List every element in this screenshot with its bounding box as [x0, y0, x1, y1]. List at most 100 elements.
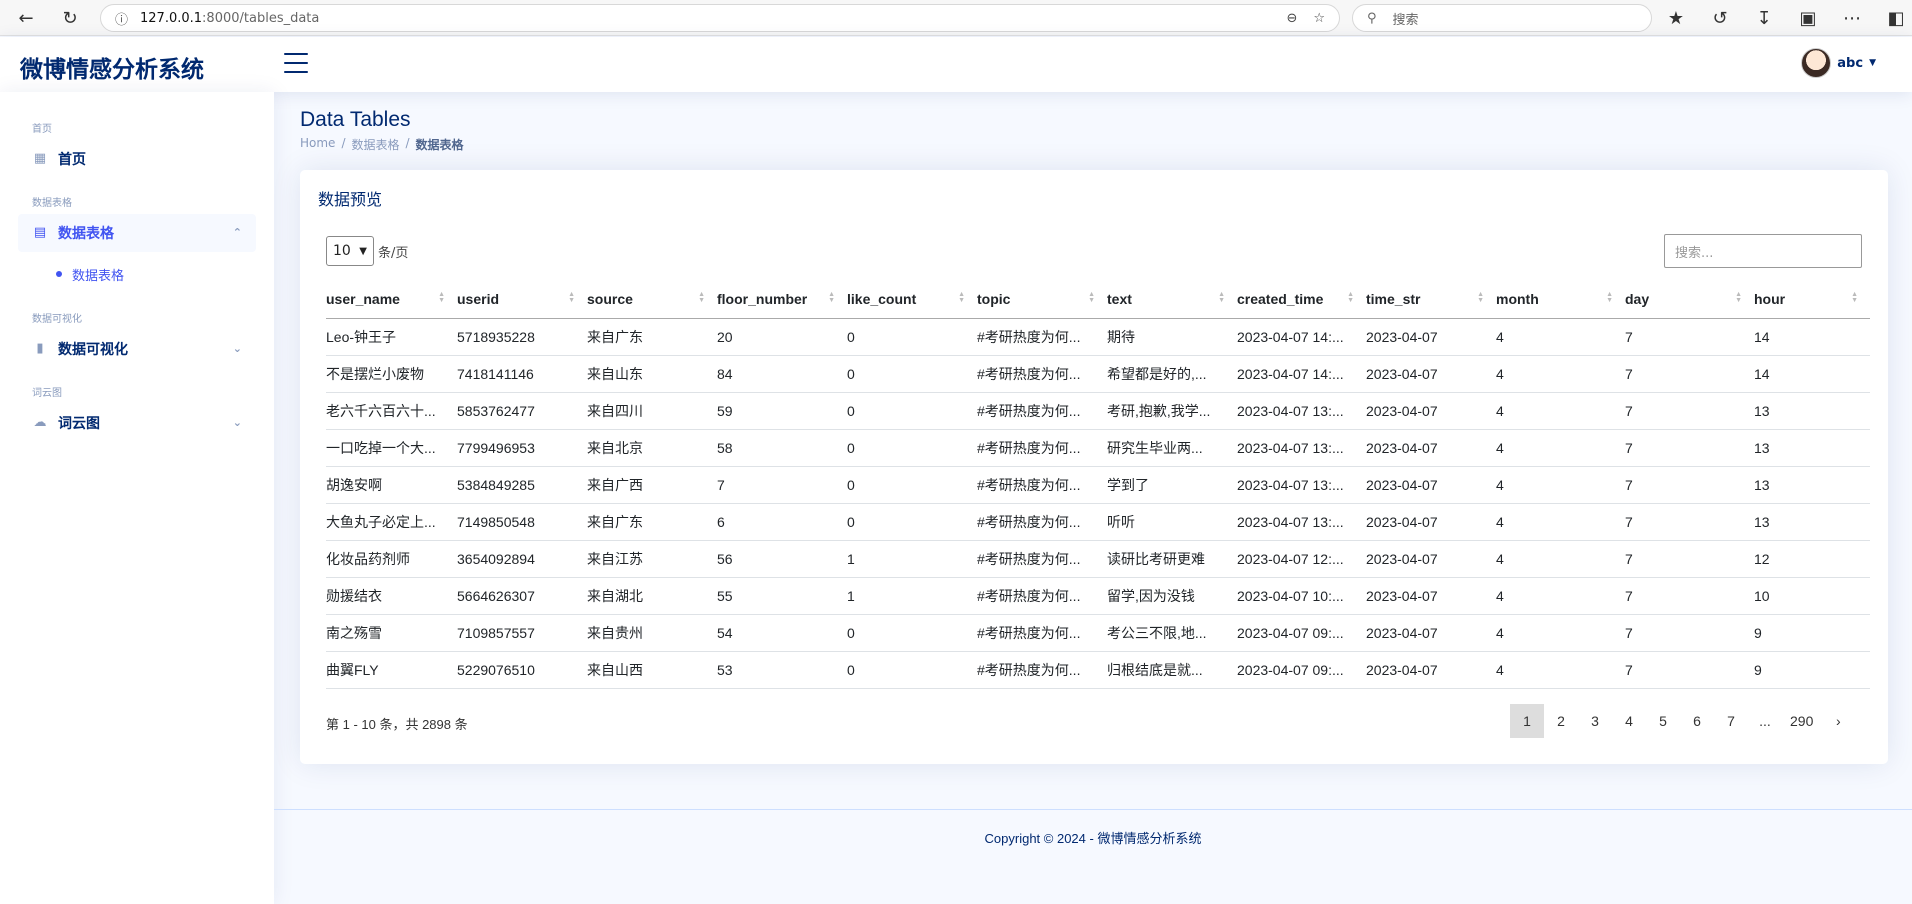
- table-cell-user-name: 曲翼FLY: [326, 651, 457, 689]
- table-row[interactable]: 老六千六百六十... 5853762477 来自四川 59 0 #考研热度为何... 考研,…: [326, 392, 1870, 430]
- sort-icon[interactable]: ▲ ▼: [1347, 291, 1354, 304]
- table-row[interactable]: 不是摆烂小废物 7418141146 来自山东 84 0 #考研热度为何... 希望都是好的…: [326, 355, 1870, 393]
- address-bar[interactable]: ⓘ 127.0.0.1:8000/tables_data ⊖ ☆: [100, 4, 1340, 32]
- table-cell-source: 来自山东: [587, 355, 717, 393]
- table-cell-day: 7: [1625, 392, 1754, 430]
- table-cell-user-name: 不是摆烂小废物: [326, 355, 457, 393]
- page-button[interactable]: 6: [1680, 704, 1714, 738]
- profile-dropdown[interactable]: abc ▼: [1801, 48, 1876, 78]
- column-header-topic[interactable]: topic ▲ ▼: [977, 280, 1107, 319]
- table-row[interactable]: 大鱼丸子必定上... 7149850548 来自广东 6 0 #考研热度为何... 听听 20…: [326, 503, 1870, 541]
- table-row[interactable]: 南之殇雪 7109857557 来自贵州 54 0 #考研热度为何... 考公三不限,地..…: [326, 614, 1870, 652]
- table-row[interactable]: 一口吃掉一个大... 7799496953 来自北京 58 0 #考研热度为何... 研究生…: [326, 429, 1870, 467]
- sort-icon[interactable]: ▲ ▼: [698, 291, 705, 304]
- site-info-icon[interactable]: ⓘ: [115, 9, 128, 28]
- column-header-time-str[interactable]: time_str ▲ ▼: [1366, 280, 1496, 319]
- table-row[interactable]: 勋援结衣 5664626307 来自湖北 55 1 #考研热度为何... 留学,因为没钱 20…: [326, 577, 1870, 615]
- per-page-value: 10: [333, 243, 351, 259]
- table-cell-topic: #考研热度为何...: [977, 355, 1107, 393]
- table-cell-source: 来自广西: [587, 466, 717, 504]
- sidebar-subitem-tables[interactable]: 数据表格: [18, 258, 256, 290]
- table-cell-time-str: 2023-04-07: [1366, 392, 1496, 430]
- column-header-hour[interactable]: hour ▲ ▼: [1754, 280, 1870, 319]
- star-icon[interactable]: ☆: [1313, 11, 1325, 26]
- table-cell-source: 来自山西: [587, 651, 717, 689]
- page-button[interactable]: 290: [1782, 704, 1821, 738]
- back-arrow-icon[interactable]: ←: [10, 2, 42, 34]
- chevron-up-icon: ⌃: [232, 226, 242, 239]
- column-header-like-count[interactable]: like_count ▲ ▼: [847, 280, 977, 319]
- column-header-userid[interactable]: userid ▲ ▼: [457, 280, 587, 319]
- page-button[interactable]: 4: [1612, 704, 1646, 738]
- column-header-label: time_str: [1366, 290, 1421, 307]
- app-logo[interactable]: 微博情感分析系统: [20, 50, 204, 84]
- sort-icon[interactable]: ▲ ▼: [958, 291, 965, 304]
- sidebar-item-home[interactable]: ▦ 首页: [18, 140, 256, 178]
- table-cell-like-count: 0: [847, 392, 977, 430]
- page-button[interactable]: 7: [1714, 704, 1748, 738]
- table-cell-text: 期待: [1107, 318, 1237, 356]
- chevron-down-icon: ⌄: [232, 416, 242, 429]
- history-icon[interactable]: ↺: [1704, 2, 1736, 34]
- reload-icon[interactable]: ↻: [54, 2, 86, 34]
- table-cell-floor-number: 55: [717, 577, 847, 615]
- sidebar-item-wordcloud[interactable]: ☁ 词云图 ⌄: [18, 404, 256, 442]
- url-path: :8000/tables_data: [202, 10, 320, 26]
- column-header-label: floor_number: [717, 290, 808, 307]
- column-header-user-name[interactable]: user_name ▲ ▼: [326, 280, 457, 319]
- sort-icon[interactable]: ▲ ▼: [438, 291, 445, 304]
- column-header-month[interactable]: month ▲ ▼: [1496, 280, 1625, 319]
- column-header-floor-number[interactable]: floor_number ▲ ▼: [717, 280, 847, 319]
- column-header-day[interactable]: day ▲ ▼: [1625, 280, 1754, 319]
- avatar[interactable]: [1801, 48, 1832, 78]
- sort-icon[interactable]: ▲ ▼: [1606, 291, 1613, 304]
- screenshot-icon[interactable]: ▣: [1792, 2, 1824, 34]
- table-row[interactable]: 化妆品药剂师 3654092894 来自江苏 56 1 #考研热度为何... 读研比考研更难…: [326, 540, 1870, 578]
- page-ellipsis: ...: [1759, 713, 1771, 729]
- table-cell-user-name: 南之殇雪: [326, 614, 457, 652]
- pagination-info: 第 1 - 10 条，共 2898 条: [326, 717, 468, 732]
- table-row[interactable]: 胡逸安啊 5384849285 来自广西 7 0 #考研热度为何... 学到了 2023-04…: [326, 466, 1870, 504]
- more-icon[interactable]: ⋯: [1836, 2, 1868, 34]
- sort-icon[interactable]: ▲ ▼: [828, 291, 835, 304]
- column-header-text[interactable]: text ▲ ▼: [1107, 280, 1237, 319]
- table-cell-like-count: 0: [847, 318, 977, 356]
- browser-search-input[interactable]: ⚲ 搜索: [1352, 4, 1652, 32]
- sort-icon[interactable]: ▲ ▼: [1218, 291, 1225, 304]
- zoom-icon[interactable]: ⊖: [1286, 11, 1297, 26]
- page-button[interactable]: 5: [1646, 704, 1680, 738]
- sort-icon[interactable]: ▲ ▼: [1851, 291, 1858, 304]
- sort-icon[interactable]: ▲ ▼: [1477, 291, 1484, 304]
- sidebar-panel-icon[interactable]: ◧: [1880, 2, 1912, 34]
- page-button[interactable]: 1: [1510, 704, 1544, 738]
- table-cell-created-time: 2023-04-07 14:...: [1237, 318, 1366, 356]
- page-button[interactable]: 3: [1578, 704, 1612, 738]
- page-button[interactable]: 2: [1544, 704, 1578, 738]
- table-cell-topic: #考研热度为何...: [977, 614, 1107, 652]
- table-search-input[interactable]: 搜索...: [1664, 234, 1862, 268]
- per-page-select[interactable]: 10 ▼: [326, 236, 374, 266]
- sort-icon[interactable]: ▲ ▼: [568, 291, 575, 304]
- favorites-icon[interactable]: ★: [1660, 2, 1692, 34]
- breadcrumb-home[interactable]: Home: [300, 136, 335, 153]
- sidebar-item-visualization[interactable]: ▮ 数据可视化 ⌄: [18, 330, 256, 368]
- column-header-label: like_count: [847, 290, 917, 307]
- table-cell-day: 7: [1625, 503, 1754, 541]
- sort-icon[interactable]: ▲ ▼: [1735, 291, 1742, 304]
- download-icon[interactable]: ↧: [1748, 2, 1780, 34]
- table-row[interactable]: Leo-钟王子 5718935228 来自广东 20 0 #考研热度为何... 期待 2023…: [326, 318, 1870, 356]
- table-row[interactable]: 曲翼FLY 5229076510 来自山西 53 0 #考研热度为何... 归根结底是就..…: [326, 651, 1870, 689]
- next-page-icon[interactable]: ›: [1821, 704, 1855, 738]
- column-header-label: topic: [977, 290, 1011, 307]
- sidebar-toggle-icon[interactable]: [284, 53, 308, 73]
- column-header-source[interactable]: source ▲ ▼: [587, 280, 717, 319]
- profile-name[interactable]: abc: [1837, 56, 1863, 71]
- breadcrumb-tables[interactable]: 数据表格: [351, 136, 399, 153]
- table-cell-month: 4: [1496, 651, 1625, 689]
- sidebar-item-tables[interactable]: ▤ 数据表格 ⌃: [18, 214, 256, 252]
- caret-down-icon[interactable]: ▼: [1869, 58, 1876, 68]
- breadcrumb-separator: /: [405, 136, 410, 150]
- sort-icon[interactable]: ▲ ▼: [1088, 291, 1095, 304]
- column-header-created-time[interactable]: created_time ▲ ▼: [1237, 280, 1366, 319]
- sidebar-item-label: 数据可视化: [58, 342, 128, 358]
